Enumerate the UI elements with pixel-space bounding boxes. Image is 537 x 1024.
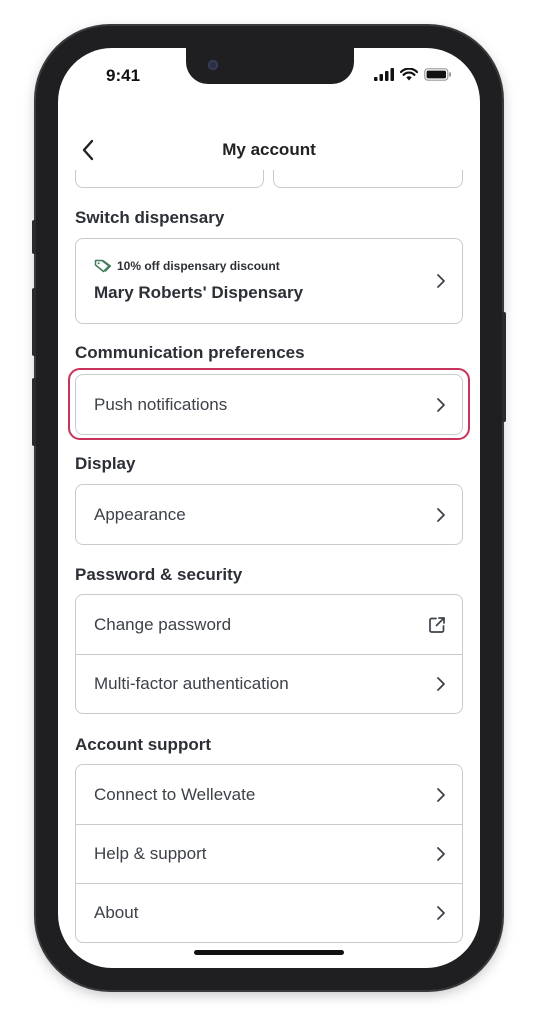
phone-screen: 9:41 My account Switch dispensary 10% of…: [58, 48, 480, 968]
row-label: About: [94, 903, 139, 922]
row-label: Push notifications: [94, 394, 228, 414]
chevron-right-icon: [436, 507, 446, 523]
row-label: Connect to Wellevate: [94, 784, 256, 804]
tag-icon: [94, 259, 112, 273]
camera: [208, 60, 218, 70]
external-link-icon: [428, 616, 446, 634]
chevron-right-icon: [436, 676, 446, 692]
account-support-card: Connect to Wellevate Help & support Abou…: [75, 764, 463, 943]
row-label: Help & support: [94, 844, 207, 863]
power-button: [502, 312, 506, 422]
section-title-communication: Communication preferences: [75, 343, 305, 362]
push-notifications-row[interactable]: Push notifications: [76, 375, 462, 434]
partial-cards: [75, 170, 463, 188]
chevron-right-icon: [436, 787, 446, 803]
connect-wellevate-row[interactable]: Connect to Wellevate: [76, 765, 462, 824]
help-support-row[interactable]: Help & support: [76, 824, 462, 883]
notch: [186, 48, 354, 84]
mute-switch: [32, 220, 36, 254]
change-password-row[interactable]: Change password: [76, 595, 462, 654]
chevron-right-icon: [436, 905, 446, 921]
volume-up-button: [32, 288, 36, 356]
discount-text: 10% off dispensary discount: [117, 259, 280, 273]
status-time: 9:41: [106, 66, 141, 85]
chevron-right-icon: [436, 846, 446, 862]
partial-card-right[interactable]: [273, 170, 463, 188]
chevron-right-icon: [436, 273, 446, 289]
chevron-right-icon: [436, 397, 446, 413]
communication-card: Push notifications: [75, 374, 463, 435]
phone-frame: 9:41 My account Switch dispensary 10% of…: [32, 26, 506, 990]
section-title-password-security: Password & security: [75, 565, 243, 584]
signal-icon: [374, 68, 394, 81]
header: My account: [58, 126, 480, 174]
partial-card-left[interactable]: [75, 170, 264, 188]
appearance-row[interactable]: Appearance: [76, 485, 462, 544]
about-row[interactable]: About: [76, 883, 462, 942]
row-label: Multi-factor authentication: [94, 674, 289, 693]
dispensary-card[interactable]: 10% off dispensary discount Mary Roberts…: [75, 238, 463, 324]
display-card: Appearance: [75, 484, 463, 545]
battery-icon: [424, 68, 451, 81]
mfa-row[interactable]: Multi-factor authentication: [76, 654, 462, 713]
page-title: My account: [222, 140, 316, 159]
dispensary-name: Mary Roberts' Dispensary: [94, 283, 304, 302]
status-icons: [374, 68, 452, 81]
wifi-icon: [400, 68, 418, 81]
home-indicator[interactable]: [194, 950, 344, 955]
section-title-account-support: Account support: [75, 735, 211, 754]
volume-down-button: [32, 378, 36, 446]
section-title-display: Display: [75, 454, 136, 473]
password-security-card: Change password Multi-factor authenticat…: [75, 594, 463, 714]
row-label: Change password: [94, 614, 232, 634]
dispensary-row[interactable]: 10% off dispensary discount Mary Roberts…: [76, 239, 462, 323]
section-title-switch-dispensary: Switch dispensary: [75, 208, 225, 227]
row-label: Appearance: [94, 504, 186, 524]
discount-badge: 10% off dispensary discount: [94, 259, 280, 273]
